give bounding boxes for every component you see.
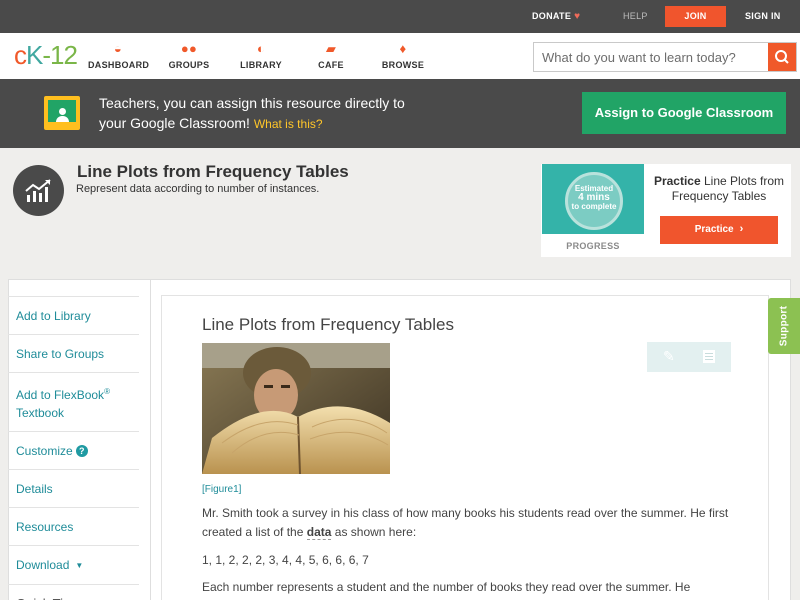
sidebar-item-details[interactable]: Details	[8, 469, 139, 507]
join-button[interactable]: JOIN	[665, 6, 726, 27]
data-list: 1, 1, 2, 2, 2, 3, 4, 4, 5, 6, 6, 6, 7	[202, 553, 369, 567]
nav-item-browse[interactable]: ♦ BROWSE	[380, 41, 426, 70]
banner-text: Teachers, you can assign this resource d…	[99, 95, 405, 131]
assign-to-google-classroom-button[interactable]: Assign to Google Classroom	[582, 92, 786, 134]
pencil-icon[interactable]: ✎	[663, 348, 675, 365]
help-link[interactable]: HELP	[623, 0, 648, 33]
annotation-tools: ✎	[647, 342, 731, 372]
practice-art: Estimated 4 mins to complete	[542, 164, 644, 234]
paragraph-1: Mr. Smith took a survey in his class of …	[202, 506, 729, 540]
heart-icon: ♥	[574, 11, 581, 22]
dashboard-icon: ◒	[113, 41, 123, 56]
sidebar-item-share-to-groups[interactable]: Share to Groups	[8, 334, 139, 372]
nav-item-cafe[interactable]: ▰ CAFE	[314, 41, 348, 70]
notes-icon[interactable]	[703, 350, 715, 363]
donate-link[interactable]: DONATE ♥	[532, 0, 580, 33]
nav-item-groups[interactable]: ●● GROUPS	[165, 41, 213, 70]
google-classroom-banner: Teachers, you can assign this resource d…	[0, 79, 800, 148]
nav-item-library[interactable]: ◐ LIBRARY	[238, 41, 284, 70]
support-tab[interactable]: Support	[768, 298, 800, 354]
sign-in-link[interactable]: SIGN IN	[745, 0, 781, 33]
lightbulb-icon: ♦	[399, 41, 407, 56]
paragraph-2: Each number represents a student and the…	[202, 580, 691, 594]
sidebar-item-add-to-flexbook[interactable]: Add to FlexBook® Textbook	[8, 372, 139, 431]
groups-icon: ●●	[180, 41, 198, 56]
chat-icon: ▰	[325, 41, 337, 56]
figure-image[interactable]	[202, 343, 390, 474]
sidebar-item-resources[interactable]: Resources	[8, 507, 139, 545]
chevron-right-icon: ›	[739, 223, 744, 235]
what-is-this-link[interactable]: What is this?	[254, 117, 323, 131]
sidebar: Add to Library Share to Groups Add to Fl…	[8, 296, 139, 600]
article: Line Plots from Frequency Tables ✎ [Figu…	[161, 295, 769, 600]
sidebar-divider	[150, 280, 151, 600]
progress-label: PROGRESS	[566, 241, 620, 251]
google-classroom-icon	[44, 96, 80, 130]
sidebar-item-customize[interactable]: Customize?	[8, 431, 139, 469]
sidebar-item-add-to-library[interactable]: Add to Library	[8, 296, 139, 334]
search-input[interactable]	[534, 43, 768, 71]
search-box	[533, 42, 797, 72]
search-button[interactable]	[768, 43, 796, 71]
sidebar-item-quick-tips[interactable]: Quick Tips	[8, 584, 139, 600]
estimated-time-badge: Estimated 4 mins to complete	[571, 184, 617, 211]
title-area: Line Plots from Frequency Tables Represe…	[0, 148, 800, 266]
practice-button[interactable]: Practice ›	[660, 216, 778, 244]
page-subtitle: Represent data according to number of in…	[76, 183, 320, 195]
sidebar-item-download[interactable]: Download ▼	[8, 545, 139, 584]
caret-down-icon: ▼	[75, 561, 84, 570]
figure-caption[interactable]: [Figure1]	[202, 484, 241, 495]
line-plot-icon	[13, 165, 64, 216]
library-icon: ◐	[256, 41, 266, 56]
ck12-logo[interactable]: cK-12	[14, 42, 78, 68]
donate-label: DONATE	[532, 11, 572, 21]
practice-card: Estimated 4 mins to complete PROGRESS Pr…	[541, 164, 791, 257]
vocab-term-data[interactable]: data	[306, 525, 332, 540]
nav-item-dashboard[interactable]: ◒ DASHBOARD	[88, 41, 149, 70]
article-title: Line Plots from Frequency Tables	[202, 315, 454, 334]
help-icon[interactable]: ?	[75, 445, 88, 457]
page-title: Line Plots from Frequency Tables	[77, 162, 349, 181]
main-nav: cK-12 ◒ DASHBOARD ●● GROUPS ◐ LIBRARY ▰ …	[0, 33, 800, 79]
search-icon	[775, 50, 789, 64]
practice-title: Practice Line Plots from Frequency Table…	[653, 174, 785, 203]
top-utility-bar: DONATE ♥ HELP JOIN SIGN IN	[0, 0, 800, 33]
